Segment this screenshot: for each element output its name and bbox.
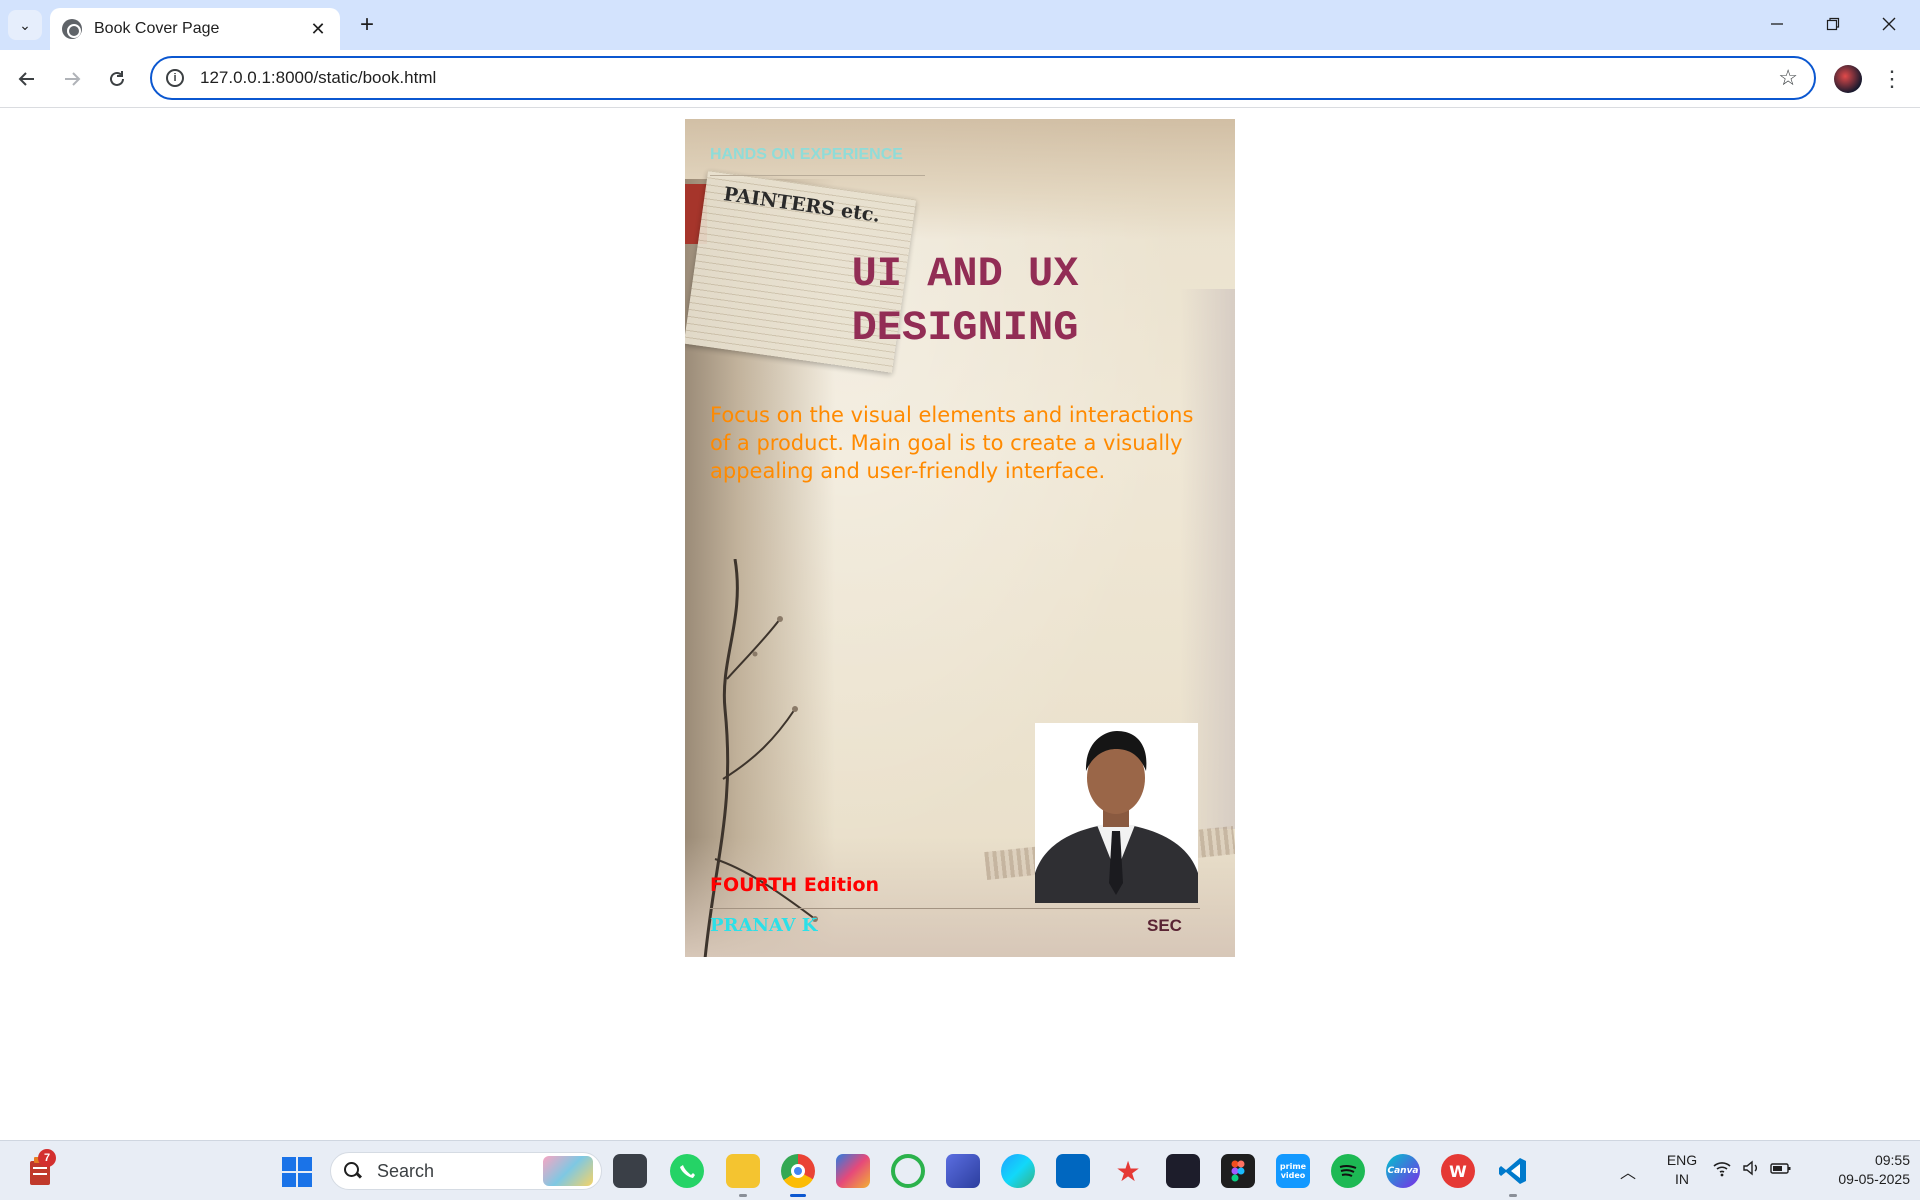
- new-tab-button[interactable]: +: [352, 10, 382, 40]
- clock-date: 09-05-2025: [1838, 1171, 1910, 1187]
- language-indicator[interactable]: ENG IN: [1660, 1151, 1704, 1189]
- battery-icon: [1770, 1163, 1791, 1174]
- canva-icon[interactable]: Canva: [1386, 1154, 1420, 1188]
- restore-icon: [1826, 17, 1840, 31]
- globe-icon: [62, 19, 82, 39]
- bookmark-star-icon[interactable]: ☆: [1778, 65, 1798, 91]
- tab-title: Book Cover Page: [94, 20, 220, 37]
- store-icon[interactable]: [1056, 1154, 1090, 1188]
- clock-time: 09:55: [1874, 1152, 1910, 1168]
- davinci-icon[interactable]: [1166, 1154, 1200, 1188]
- wifi-icon: [1713, 1162, 1731, 1177]
- tag-hands-on: HANDS ON EXPERIENCE: [710, 146, 903, 163]
- wps-icon[interactable]: W: [1441, 1154, 1475, 1188]
- forward-arrow-icon: [65, 72, 81, 86]
- minimize-button[interactable]: [1754, 6, 1800, 42]
- windows-logo-pane: [298, 1157, 312, 1171]
- tray-overflow-icon[interactable]: ︿: [1620, 1159, 1636, 1183]
- close-tab-icon[interactable]: ✕: [308, 19, 328, 40]
- spotify-glyph: [1339, 1164, 1357, 1177]
- back-button[interactable]: [10, 62, 44, 96]
- system-tray[interactable]: [1712, 1159, 1792, 1177]
- tab-list-button[interactable]: ⌄: [8, 10, 42, 40]
- affinity-icon[interactable]: [946, 1154, 980, 1188]
- windows-logo-icon: [282, 1157, 296, 1171]
- windows-logo-pane: [282, 1173, 296, 1187]
- restore-button[interactable]: [1810, 6, 1856, 42]
- copilot-icon[interactable]: [836, 1154, 870, 1188]
- site-info-icon[interactable]: i: [166, 69, 184, 87]
- tab-bar: ⌄ Book Cover Page ✕ +: [0, 0, 1920, 50]
- book-title: UI AND UX DESIGNING: [851, 250, 1079, 352]
- minimize-icon: [1771, 23, 1783, 25]
- taskbar: 7 Search ★ prime video Canva W ︿ ENG IN: [0, 1140, 1920, 1200]
- close-window-button[interactable]: [1866, 6, 1912, 42]
- chevron-down-icon: ⌄: [19, 16, 31, 33]
- tab-book-cover[interactable]: Book Cover Page ✕: [50, 8, 340, 50]
- volume-icon: [1743, 1160, 1757, 1176]
- address-bar[interactable]: i 127.0.0.1:8000/static/book.html ☆: [150, 56, 1816, 100]
- search-placeholder: Search: [377, 1160, 435, 1181]
- author-name: PRANAV K: [710, 915, 818, 936]
- edition-label: FOURTH Edition: [710, 874, 880, 896]
- whatsapp-icon[interactable]: [670, 1154, 704, 1188]
- author-portrait: [1035, 723, 1198, 903]
- ring-app-icon[interactable]: [891, 1154, 925, 1188]
- star-app-icon[interactable]: ★: [1111, 1154, 1145, 1188]
- file-explorer-icon[interactable]: [726, 1154, 760, 1197]
- chrome-icon[interactable]: [781, 1154, 815, 1197]
- close-icon: [1882, 17, 1896, 31]
- search-highlight-image: [543, 1156, 593, 1186]
- lang-region: IN: [1675, 1171, 1689, 1187]
- url-text[interactable]: 127.0.0.1:8000/static/book.html: [200, 68, 1778, 88]
- windows-logo-pane: [298, 1173, 312, 1187]
- reload-icon: [110, 71, 124, 86]
- back-arrow-icon: [18, 72, 34, 86]
- lang-code: ENG: [1666, 1152, 1698, 1168]
- figma-icon[interactable]: [1221, 1154, 1255, 1188]
- edge-icon[interactable]: [1001, 1154, 1035, 1188]
- author-photo: [1035, 723, 1198, 903]
- tag-underline: [710, 175, 925, 176]
- prime-video-icon[interactable]: prime video: [1276, 1154, 1310, 1188]
- footer-rule: [710, 908, 1200, 909]
- widget-badge: 7: [38, 1149, 56, 1167]
- search-icon: [343, 1161, 363, 1181]
- phone-glyph: [680, 1165, 695, 1178]
- taskbar-search[interactable]: Search: [330, 1152, 602, 1190]
- task-view-icon[interactable]: [613, 1154, 647, 1188]
- branch-illustration: [703, 559, 818, 957]
- clock[interactable]: 09:55 09-05-2025: [1800, 1151, 1910, 1189]
- book-cover: PAINTERS etc. HANDS ON EXPERIENCE UI AND…: [685, 119, 1235, 957]
- chrome-center: [791, 1164, 805, 1178]
- institution-label: SEC: [1147, 916, 1182, 935]
- vscode-glyph: [1499, 1158, 1526, 1184]
- forward-button[interactable]: [55, 62, 89, 96]
- figma-glyph: [1231, 1160, 1245, 1182]
- browser-menu-icon[interactable]: ⋮: [1880, 62, 1904, 96]
- spotify-icon[interactable]: [1331, 1154, 1365, 1188]
- start-button[interactable]: [282, 1157, 312, 1187]
- profile-avatar[interactable]: [1834, 65, 1862, 93]
- vscode-icon[interactable]: [1496, 1154, 1530, 1197]
- reload-button[interactable]: [100, 62, 134, 96]
- book-tagline: Focus on the visual elements and interac…: [710, 403, 1194, 483]
- browser-toolbar: i 127.0.0.1:8000/static/book.html ☆ ⋮: [0, 50, 1920, 108]
